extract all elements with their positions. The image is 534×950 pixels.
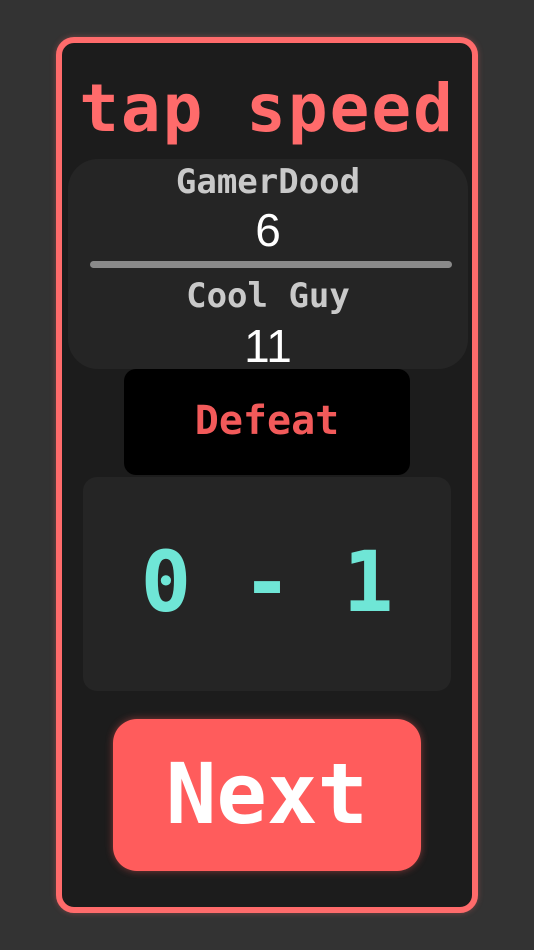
player-one-score: 6 xyxy=(255,204,281,256)
player-one-name: GamerDood xyxy=(175,162,361,202)
next-button-label: Next xyxy=(165,745,369,843)
match-tally-panel: 0 - 1 xyxy=(83,477,451,691)
game-title: tap speed xyxy=(79,70,455,147)
game-card: tap speed GamerDood 6 Cool Guy 11 Defeat… xyxy=(56,37,478,913)
player-two-name: Cool Guy xyxy=(186,276,350,316)
score-divider xyxy=(90,261,452,268)
next-button[interactable]: Next xyxy=(113,719,421,871)
scores-panel: GamerDood 6 Cool Guy 11 xyxy=(68,159,468,372)
match-tally: 0 - 1 xyxy=(140,533,394,631)
player-two-score: 11 xyxy=(244,320,292,372)
result-text: Defeat xyxy=(194,398,340,444)
result-banner: Defeat xyxy=(124,369,410,475)
